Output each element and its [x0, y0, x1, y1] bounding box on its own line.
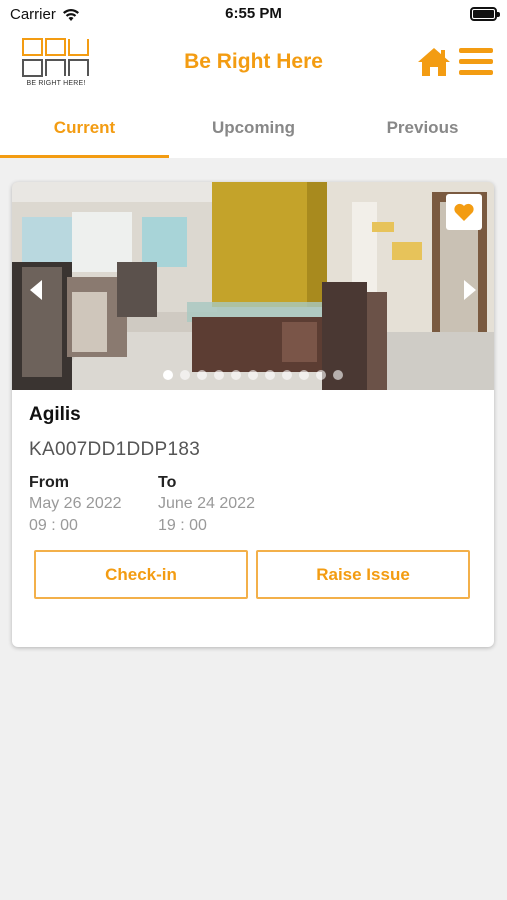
from-date: May 26 2022: [29, 495, 122, 512]
home-button[interactable]: [416, 46, 452, 78]
to-date: June 24 2022: [158, 495, 255, 512]
booking-card: Agilis KA007DD1DDP183 From May 26 2022 0…: [12, 182, 494, 647]
carousel-dot[interactable]: [333, 370, 343, 380]
home-icon: [418, 48, 450, 76]
favorite-button[interactable]: [446, 194, 482, 230]
battery-icon: [470, 7, 500, 21]
carousel-dot[interactable]: [316, 370, 326, 380]
carousel-dot[interactable]: [248, 370, 258, 380]
hamburger-menu-icon: [459, 48, 493, 75]
carousel-dot[interactable]: [163, 370, 173, 380]
from-label: From: [29, 474, 69, 491]
carousel-dot[interactable]: [299, 370, 309, 380]
menu-button[interactable]: [459, 48, 493, 76]
carousel-prev-icon[interactable]: [30, 280, 42, 300]
tab-previous[interactable]: Previous: [338, 98, 507, 158]
heart-icon: [454, 203, 474, 221]
carousel-next-icon[interactable]: [464, 280, 476, 300]
app-header: BE RIGHT HERE! Be Right Here: [0, 28, 507, 98]
booking-tabs: Current Upcoming Previous: [0, 98, 507, 158]
carousel-dots: [12, 370, 494, 380]
workspace-photo-carousel[interactable]: [12, 182, 494, 390]
to-time: 19 : 00: [158, 517, 207, 534]
logo-caption: BE RIGHT HERE!: [26, 80, 86, 87]
to-label: To: [158, 474, 177, 491]
tab-current[interactable]: Current: [0, 98, 169, 158]
carousel-dot[interactable]: [214, 370, 224, 380]
carousel-dot[interactable]: [282, 370, 292, 380]
check-in-button[interactable]: Check-in: [34, 550, 248, 599]
office-photo: [12, 182, 494, 390]
clock: 6:55 PM: [225, 5, 282, 22]
status-bar: Carrier 6:55 PM: [0, 0, 507, 28]
carousel-dot[interactable]: [265, 370, 275, 380]
tab-upcoming[interactable]: Upcoming: [169, 98, 338, 158]
carousel-dot[interactable]: [231, 370, 241, 380]
booking-id: KA007DD1DDP183: [29, 439, 201, 460]
from-time: 09 : 00: [29, 517, 78, 534]
carousel-dot[interactable]: [197, 370, 207, 380]
carousel-dot[interactable]: [180, 370, 190, 380]
raise-issue-button[interactable]: Raise Issue: [256, 550, 470, 599]
workspace-name: Agilis: [29, 404, 81, 425]
